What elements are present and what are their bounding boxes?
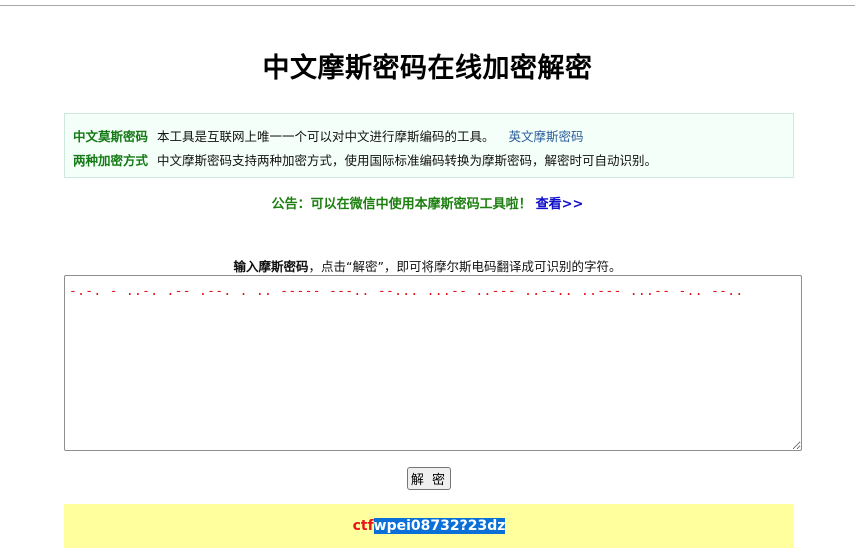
info-row-encryption-methods: 两种加密方式 中文摩斯密码支持两种加密方式，使用国际标准编码转换为摩斯密码，解密… <box>73 149 785 173</box>
announcement: 公告：可以在微信中使用本摩斯密码工具啦！ 查看>> <box>0 193 855 212</box>
morse-code-input[interactable]: -.-. - ..-. .-- .--. . .. ----- ---.. --… <box>64 275 802 451</box>
info-label-encryption-methods: 两种加密方式 <box>73 153 149 168</box>
info-row-chinese-morse: 中文莫斯密码 本工具是互联网上唯一一个可以对中文进行摩斯编码的工具。 英文摩斯密… <box>73 125 785 149</box>
instruction-rest: ，点击“解密”，即可将摩尔斯电码翻译成可识别的字符。 <box>308 259 622 274</box>
instruction-bold: 输入摩斯密码 <box>233 259 309 274</box>
result-prefix: ctf <box>352 518 374 534</box>
page-title: 中文摩斯密码在线加密解密 <box>262 53 593 84</box>
info-text-chinese-morse: 本工具是互联网上唯一一个可以对中文进行摩斯编码的工具。 <box>157 129 495 144</box>
info-text-encryption-methods: 中文摩斯密码支持两种加密方式，使用国际标准编码转换为摩斯密码，解密时可自动识别。 <box>157 153 658 168</box>
info-box: 中文莫斯密码 本工具是互联网上唯一一个可以对中文进行摩斯编码的工具。 英文摩斯密… <box>64 113 794 178</box>
decode-button[interactable]: 解 密 <box>407 467 451 490</box>
result-output: ctfwpei08732?23dz <box>64 504 794 548</box>
english-morse-link[interactable]: 英文摩斯密码 <box>509 125 584 149</box>
announcement-view-link[interactable]: 查看>> <box>536 197 584 212</box>
announcement-text: 公告：可以在微信中使用本摩斯密码工具啦！ <box>271 197 532 212</box>
instruction-text: 输入摩斯密码，点击“解密”，即可将摩尔斯电码翻译成可识别的字符。 <box>0 256 855 275</box>
top-divider <box>0 5 855 6</box>
result-selected-text[interactable]: wpei08732?23dz <box>373 518 506 534</box>
info-label-chinese-morse: 中文莫斯密码 <box>73 129 149 144</box>
